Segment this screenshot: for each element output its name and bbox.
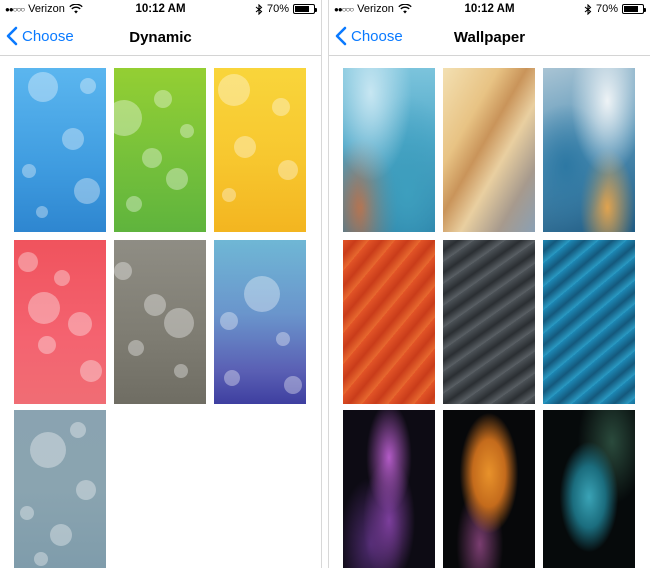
wallpaper-tile-gray-feathers[interactable] [443, 240, 535, 404]
wallpaper-tile-dynamic-gray[interactable] [114, 240, 206, 404]
status-bar: ●●○○○ Verizon 10:12 AM 70% [0, 0, 321, 20]
wallpaper-screen: ●●○○○ Verizon 10:12 AM 70% Choose Wallpa… [329, 0, 650, 568]
dynamic-screen: ●●○○○ Verizon 10:12 AM 70% Choose Dynami… [0, 0, 321, 568]
wallpaper-tile-purple-flower[interactable] [343, 410, 435, 568]
wallpaper-tile-teal-feathers[interactable] [543, 240, 635, 404]
wallpaper-tile-orange-flower[interactable] [443, 410, 535, 568]
wallpaper-tile-teal-flower[interactable] [543, 410, 635, 568]
wallpaper-tile-orange-feathers[interactable] [343, 240, 435, 404]
wallpaper-tile-blue-abstract[interactable] [343, 68, 435, 232]
page-title: Dynamic [129, 29, 192, 46]
wallpaper-tile-gold-abstract[interactable] [443, 68, 535, 232]
bluetooth-icon [584, 3, 592, 15]
wallpaper-tile-blue-gold-abstract[interactable] [543, 68, 635, 232]
wallpaper-tile-dynamic-blue-purple[interactable] [214, 240, 306, 404]
battery-icon [293, 4, 317, 14]
battery-icon [622, 4, 646, 14]
screen-divider [321, 0, 329, 568]
battery-percent: 70% [266, 3, 289, 15]
navigation-bar: Choose Dynamic [0, 20, 321, 56]
wallpaper-tile-dynamic-blue[interactable] [14, 68, 106, 232]
bluetooth-icon [255, 3, 263, 15]
wallpaper-tile-dynamic-green[interactable] [114, 68, 206, 232]
status-bar: ●●○○○ Verizon 10:12 AM 70% [329, 0, 650, 20]
navigation-bar: Choose Wallpaper [329, 20, 650, 56]
wallpaper-tile-dynamic-yellow[interactable] [214, 68, 306, 232]
wallpaper-tile-dynamic-red[interactable] [14, 240, 106, 404]
wallpaper-tile-dynamic-slate[interactable] [14, 410, 106, 568]
page-title: Wallpaper [453, 29, 526, 46]
battery-percent: 70% [595, 3, 618, 15]
